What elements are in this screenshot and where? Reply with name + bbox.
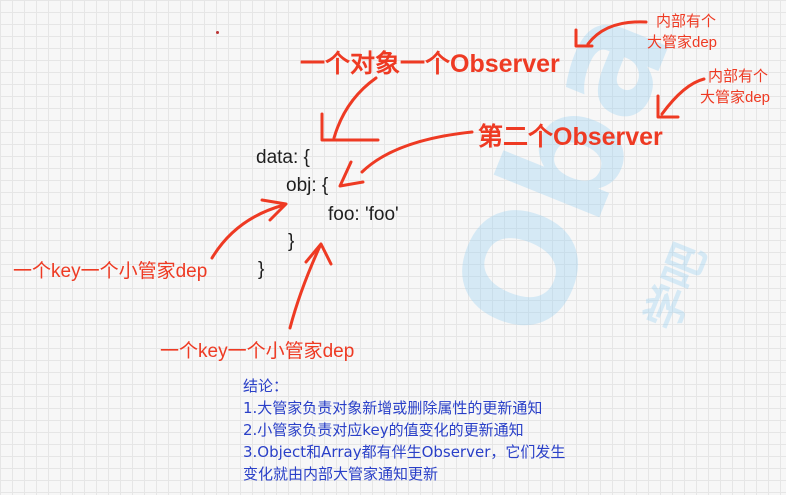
code-line-data-close: }: [258, 259, 265, 280]
arrow-object-observer: [332, 76, 378, 140]
arrow-second-observer-head: [338, 160, 365, 188]
conclusion-title: 结论：: [243, 377, 289, 395]
conclusion-item-4: 变化就由内部大管家通知更新: [243, 465, 439, 483]
arrow-key-dep-left: [210, 203, 286, 260]
label-key-dep-left: 一个key一个小管家dep: [13, 261, 208, 282]
arrow-key-dep-bottom-head: [304, 242, 333, 266]
arrow-key-dep-bottom: [288, 244, 322, 330]
arrow-second-observer: [360, 130, 474, 174]
label-second-observer: 第二个Observer: [478, 123, 663, 151]
code-line-obj: obj: {: [286, 175, 329, 196]
code-line-data: data: {: [256, 147, 310, 168]
conclusion-item-3: 3.Object和Array都有伴生Observer，它们发生: [243, 443, 566, 461]
code-line-foo: foo: 'foo': [328, 204, 399, 225]
arrow-object-observer-head: [320, 112, 380, 142]
label-inner-dep-2-line2: 大管家dep: [700, 89, 771, 106]
conclusion-item-2: 2.小管家负责对应key的值变化的更新通知: [243, 421, 524, 439]
arrow-inner-dep-1: [586, 20, 648, 46]
label-inner-dep-2-line1: 内部有个: [708, 68, 769, 85]
label-object-observer: 一个对象一个Observer: [300, 50, 560, 78]
code-line-obj-close: }: [288, 231, 295, 252]
label-key-dep-bottom: 一个key一个小管家dep: [160, 341, 355, 362]
label-inner-dep-1-line1: 内部有个: [656, 13, 717, 30]
arrow-inner-dep-2: [660, 77, 706, 116]
conclusion-item-1: 1.大管家负责对象新增或删除属性的更新通知: [243, 399, 543, 417]
label-inner-dep-1-line2: 大管家dep: [647, 34, 718, 51]
